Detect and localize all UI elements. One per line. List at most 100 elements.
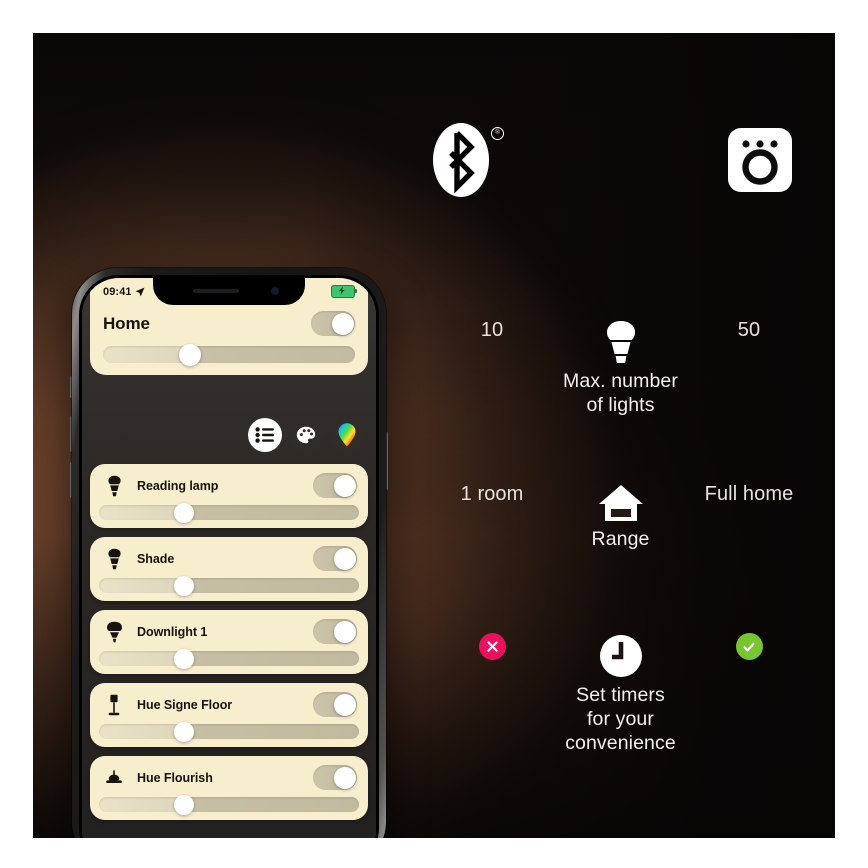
light-header: Hue Flourish bbox=[90, 756, 368, 797]
check-badge-icon bbox=[735, 633, 763, 660]
light-name: Hue Flourish bbox=[137, 770, 213, 785]
light-header: Hue Signe Floor bbox=[90, 683, 368, 724]
timers-label-line1: Set timers bbox=[576, 684, 665, 706]
light-brightness-knob[interactable] bbox=[174, 721, 195, 742]
light-toggle[interactable] bbox=[313, 473, 357, 498]
light-header: Shade bbox=[90, 537, 368, 578]
light-toggle-knob bbox=[333, 620, 356, 643]
downlight-glyph bbox=[106, 621, 122, 642]
mode-button-scenes[interactable] bbox=[289, 418, 323, 452]
range-center: Range bbox=[552, 483, 689, 551]
spot-bulb-icon bbox=[101, 475, 127, 497]
light-brightness-slider[interactable] bbox=[99, 575, 359, 596]
light-name: Reading lamp bbox=[137, 478, 219, 493]
list-icon bbox=[255, 427, 274, 443]
spot-bulb-icon bbox=[101, 548, 127, 570]
floor-lamp-icon bbox=[101, 694, 127, 716]
light-brightness-slider[interactable] bbox=[99, 721, 359, 742]
check-icon bbox=[743, 642, 755, 651]
home-master-toggle-knob bbox=[331, 312, 354, 335]
mode-button-color[interactable] bbox=[330, 418, 364, 452]
comparison-row-timers: Set timers for your convenience bbox=[418, 633, 835, 755]
phone-body: 09:41 Home Reading lamp Shade Downlight … bbox=[72, 268, 386, 838]
page-title: Home bbox=[103, 313, 150, 333]
light-header: Downlight 1 bbox=[90, 610, 368, 651]
spot-bulb-glyph bbox=[107, 548, 121, 569]
color-picker-icon bbox=[338, 423, 356, 447]
battery-charging-icon bbox=[331, 285, 357, 298]
light-name: Downlight 1 bbox=[137, 624, 208, 639]
light-toggle-knob bbox=[333, 766, 356, 789]
home-master-toggle[interactable] bbox=[311, 311, 355, 336]
home-icon bbox=[598, 485, 643, 521]
hue-bridge-icon bbox=[727, 127, 793, 193]
light-brightness-slider[interactable] bbox=[99, 502, 359, 523]
ceiling-lamp-icon bbox=[101, 769, 127, 786]
list-item[interactable]: Downlight 1 bbox=[90, 610, 368, 674]
earpiece-speaker bbox=[193, 289, 239, 293]
light-brightness-knob[interactable] bbox=[174, 575, 195, 596]
bulb-icon bbox=[606, 321, 635, 363]
phone-bezel: 09:41 Home Reading lamp Shade Downlight … bbox=[79, 275, 379, 838]
light-name: Hue Signe Floor bbox=[137, 697, 233, 712]
registered-trademark-mark: ® bbox=[491, 127, 504, 140]
light-toggle-knob bbox=[333, 693, 356, 716]
charging-bolt-icon bbox=[339, 286, 345, 295]
light-list[interactable]: Reading lamp Shade Downlight 1 Hue Signe… bbox=[90, 464, 368, 838]
light-brightness-knob[interactable] bbox=[174, 794, 195, 815]
bluetooth-logo: ® bbox=[433, 123, 504, 199]
home-title-row: Home bbox=[90, 305, 368, 336]
light-toggle[interactable] bbox=[313, 765, 357, 790]
timers-right-value-wrap bbox=[689, 633, 809, 660]
front-camera bbox=[271, 287, 279, 295]
promo-image: ® 10 Max. number of lights 50 1 room Ran… bbox=[33, 33, 835, 838]
max-lights-center: Max. number of lights bbox=[552, 319, 689, 417]
list-item[interactable]: Hue Flourish bbox=[90, 756, 368, 820]
cross-badge-icon bbox=[478, 633, 506, 660]
comparison-row-max-lights: 10 Max. number of lights 50 bbox=[418, 319, 835, 417]
list-item[interactable]: Reading lamp bbox=[90, 464, 368, 528]
range-right-value: Full home bbox=[704, 483, 794, 505]
max-lights-right-value: 50 bbox=[737, 319, 761, 341]
light-name: Shade bbox=[137, 551, 175, 566]
clock-icon bbox=[599, 635, 642, 677]
light-brightness-slider[interactable] bbox=[99, 648, 359, 669]
range-left-value: 1 room bbox=[460, 483, 524, 505]
phone-mockup: 09:41 Home Reading lamp Shade Downlight … bbox=[62, 268, 396, 838]
light-brightness-knob[interactable] bbox=[174, 648, 195, 669]
max-lights-label-line1: Max. number bbox=[563, 370, 678, 392]
light-brightness-slider[interactable] bbox=[99, 794, 359, 815]
list-item[interactable]: Hue Signe Floor bbox=[90, 683, 368, 747]
list-item[interactable]: Shade bbox=[90, 537, 368, 601]
phone-screen: 09:41 Home Reading lamp Shade Downlight … bbox=[82, 278, 376, 838]
logo-row: ® bbox=[418, 123, 835, 213]
phone-notch bbox=[153, 278, 305, 305]
mode-button-list[interactable] bbox=[248, 418, 282, 452]
timers-center: Set timers for your convenience bbox=[552, 633, 689, 755]
home-brightness-knob[interactable] bbox=[178, 343, 201, 366]
light-toggle[interactable] bbox=[313, 619, 357, 644]
location-arrow-icon bbox=[135, 287, 145, 296]
cross-icon bbox=[486, 641, 498, 652]
light-toggle[interactable] bbox=[313, 692, 357, 717]
max-lights-left-value: 10 bbox=[480, 319, 504, 341]
hue-bridge-glyph bbox=[728, 128, 792, 192]
range-label: Range bbox=[591, 528, 650, 550]
light-toggle-knob bbox=[333, 474, 356, 497]
spot-bulb-glyph bbox=[107, 475, 121, 496]
timers-label-line2: for your bbox=[587, 708, 654, 730]
home-brightness-slider[interactable] bbox=[103, 343, 355, 366]
light-brightness-knob[interactable] bbox=[174, 502, 195, 523]
mode-button-row bbox=[248, 418, 364, 452]
comparison-panel: ® 10 Max. number of lights 50 1 room Ran… bbox=[418, 33, 835, 838]
status-bar-time: 09:41 bbox=[103, 285, 132, 298]
light-header: Reading lamp bbox=[90, 464, 368, 505]
status-bar-left: 09:41 bbox=[103, 286, 145, 298]
bluetooth-icon bbox=[449, 131, 475, 194]
palette-icon bbox=[296, 426, 316, 444]
downlight-icon bbox=[101, 621, 127, 643]
light-toggle[interactable] bbox=[313, 546, 357, 571]
timers-label-line3: convenience bbox=[565, 732, 676, 754]
max-lights-label-line2: of lights bbox=[586, 394, 655, 416]
floor-lamp-glyph bbox=[108, 694, 120, 715]
